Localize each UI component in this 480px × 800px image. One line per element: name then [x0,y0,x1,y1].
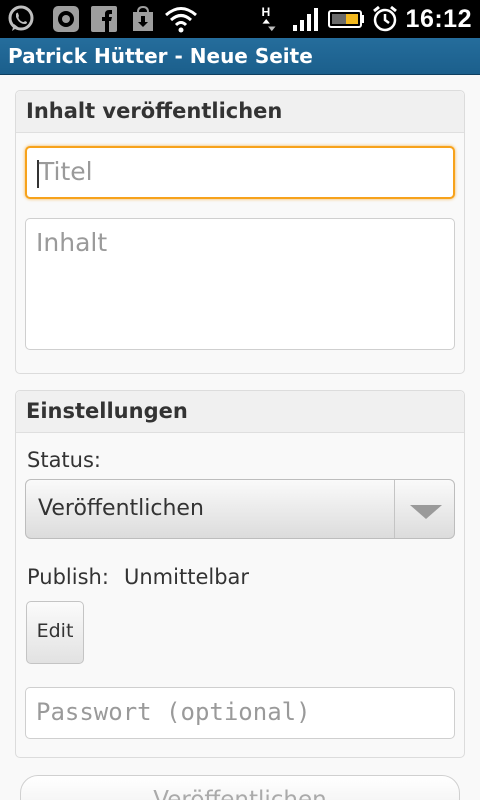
content-panel-header: Inhalt veröffentlichen [16,91,464,133]
battery-icon [328,10,364,28]
clock: 16:12 [405,5,472,33]
status-select[interactable]: Veröffentlichen [25,479,455,539]
password-input[interactable]: Passwort (optional) [25,687,455,739]
publish-label: Publish: [27,565,109,589]
signal-icon [293,8,318,31]
content-panel: Inhalt veröffentlichen Titel Inhalt [15,90,465,374]
wifi-icon [165,7,197,33]
app-bar: Patrick Hütter - Neue Seite [0,38,480,75]
content-placeholder: Inhalt [36,228,108,257]
publish-value: Unmittelbar [124,565,250,589]
content-textarea[interactable]: Inhalt [25,218,455,350]
edit-button-label: Edit [36,620,74,642]
status-bar: H 16:12 [0,0,480,38]
hsdpa-data-icon: H [262,5,276,32]
download-icon [133,5,153,31]
page-title: Patrick Hütter - Neue Seite [8,44,313,68]
status-select-value: Veröffentlichen [38,496,204,521]
svg-text:H: H [262,5,271,19]
settings-panel-heading: Einstellungen [26,399,188,423]
publish-button-label: Veröffentlichen [153,787,327,800]
alarm-icon [373,5,397,32]
edit-button[interactable]: Edit [26,601,84,664]
settings-panel-header: Einstellungen [16,391,464,433]
select-divider [394,480,395,538]
title-placeholder: Titel [39,157,93,186]
settings-panel: Einstellungen Status: Veröffentlichen Pu… [15,390,465,758]
publish-button[interactable]: Veröffentlichen [20,775,460,800]
status-label: Status: [27,448,101,472]
dropdown-arrow-icon [410,505,442,519]
title-input[interactable]: Titel [25,146,455,199]
content-panel-heading: Inhalt veröffentlichen [26,99,283,123]
whatsapp-icon [8,5,34,31]
facebook-icon [91,6,117,32]
camera-app-icon [53,6,79,32]
password-placeholder: Passwort (optional) [36,698,311,726]
